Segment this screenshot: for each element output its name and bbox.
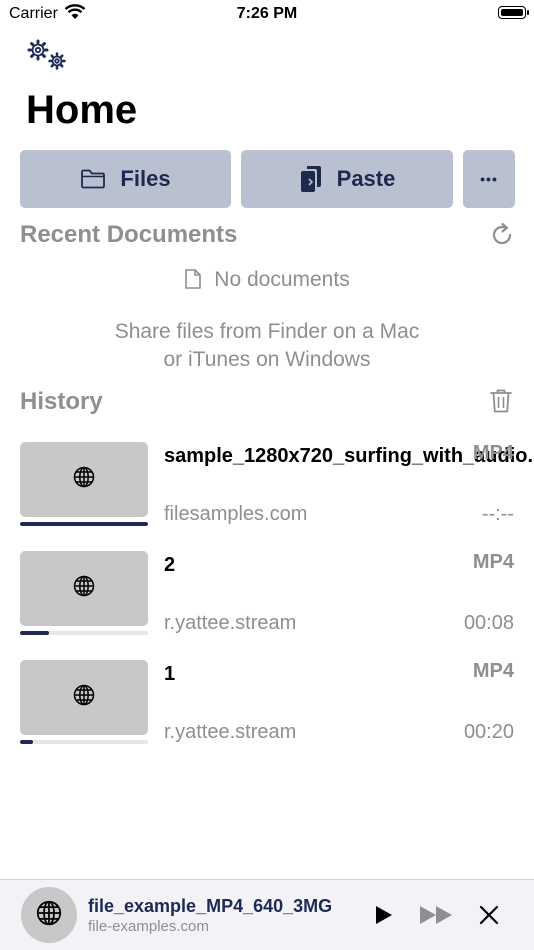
- settings-gear-button[interactable]: [26, 38, 70, 72]
- history-item-time: 00:20: [463, 721, 514, 743]
- history-row[interactable]: 1 MP4 r.yattee.stream 00:20: [0, 660, 534, 760]
- refresh-icon: [492, 222, 512, 245]
- history-title: History: [20, 388, 103, 415]
- globe-icon: [73, 684, 95, 711]
- paste-button[interactable]: Paste: [241, 150, 453, 208]
- history-item-format: MP4: [472, 442, 514, 464]
- player-source: file-examples.com: [88, 918, 209, 935]
- more-options-button[interactable]: •••: [463, 150, 515, 208]
- history-item-title: 1: [164, 663, 176, 685]
- history-item-source: r.yattee.stream: [164, 612, 297, 634]
- video-thumbnail: [20, 660, 148, 735]
- video-thumbnail: [20, 551, 148, 626]
- watch-progress-bar: [20, 631, 148, 635]
- watch-progress-fill: [20, 522, 148, 526]
- globe-icon: [73, 466, 95, 493]
- history-item-title: 2: [164, 554, 176, 576]
- globe-icon: [73, 575, 95, 602]
- status-bar: Carrier 7:26 PM: [0, 0, 534, 30]
- history-row[interactable]: sample_1280x720_surfing_with_audio... MP4…: [0, 442, 534, 542]
- globe-icon: [36, 900, 62, 931]
- play-button[interactable]: [372, 904, 394, 931]
- refresh-button[interactable]: [490, 222, 516, 253]
- close-player-button[interactable]: [478, 904, 500, 931]
- trash-icon: [490, 389, 512, 413]
- battery-icon: [498, 6, 529, 19]
- history-item-format: MP4: [472, 551, 514, 573]
- files-button-label: Files: [120, 166, 171, 191]
- files-button[interactable]: Files: [20, 150, 231, 208]
- paste-icon: [300, 166, 321, 192]
- share-hint-line2: or iTunes on Windows: [163, 348, 371, 371]
- empty-documents-message: No documents: [0, 268, 534, 292]
- watch-progress-fill: [20, 631, 50, 635]
- folder-icon: [81, 169, 106, 189]
- play-icon: [376, 906, 392, 924]
- gear-icon: [27, 39, 66, 70]
- more-options-icon: •••: [480, 171, 498, 187]
- fast-forward-button[interactable]: [419, 905, 455, 930]
- history-item-source: r.yattee.stream: [164, 721, 297, 743]
- watch-progress-bar: [20, 740, 148, 744]
- history-row[interactable]: 2 MP4 r.yattee.stream 00:08: [0, 551, 534, 651]
- status-time: 7:26 PM: [236, 5, 298, 22]
- clear-history-button[interactable]: [489, 388, 513, 419]
- history-item-time: 00:08: [463, 612, 514, 634]
- document-icon: [185, 269, 202, 289]
- paste-button-label: Paste: [336, 166, 396, 191]
- video-thumbnail: [20, 442, 148, 517]
- history-item-format: MP4: [472, 660, 514, 682]
- empty-documents-label: No documents: [214, 268, 350, 291]
- history-item-source: filesamples.com: [164, 503, 308, 525]
- page-title: Home: [26, 88, 138, 132]
- player-title: file_example_MP4_640_3MG: [88, 896, 333, 916]
- history-item-time: --:--: [481, 503, 514, 525]
- watch-progress-fill: [20, 740, 33, 744]
- history-item-title: sample_1280x720_surfing_with_audio...: [164, 445, 534, 467]
- recent-documents-title: Recent Documents: [20, 221, 238, 248]
- share-hint-line1: Share files from Finder on a Mac: [114, 320, 420, 343]
- close-icon: [479, 905, 499, 925]
- player-artwork: [21, 887, 77, 943]
- fast-forward-icon: [420, 906, 452, 924]
- watch-progress-bar: [20, 522, 148, 526]
- mini-player[interactable]: file_example_MP4_640_3MG file-examples.c…: [0, 879, 534, 950]
